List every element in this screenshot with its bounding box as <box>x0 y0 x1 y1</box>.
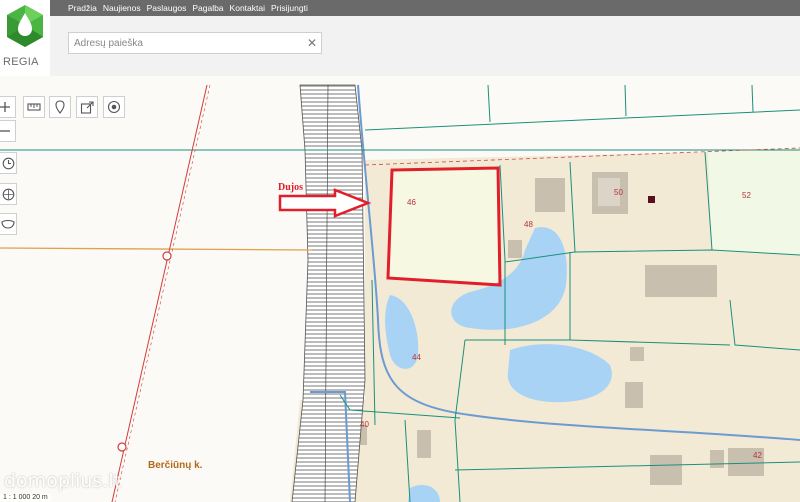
history-clock-icon <box>2 157 14 169</box>
building <box>508 240 522 258</box>
nav-item-help[interactable]: Pagalba <box>192 3 223 13</box>
nav-item-login[interactable]: Prisijungti <box>271 3 308 13</box>
building <box>650 455 682 485</box>
layers-button[interactable] <box>0 213 17 235</box>
share-button[interactable] <box>76 96 98 118</box>
pole <box>162 251 172 261</box>
nav-item-news[interactable]: Naujienos <box>103 3 141 13</box>
zoom-out-icon <box>0 130 10 132</box>
target-icon <box>107 100 121 114</box>
nav-item-services[interactable]: Paslaugos <box>147 3 187 13</box>
parcel-52-fill <box>708 148 800 255</box>
logo-text: REGIA <box>3 56 39 68</box>
layers-icon <box>1 219 15 229</box>
compass-icon <box>2 188 14 200</box>
address-search: ✕ <box>68 32 322 54</box>
zoom-in-icon <box>0 102 10 112</box>
zoom-out-button[interactable] <box>0 120 16 142</box>
scale-bar: 1 : 1 000 20 m <box>0 494 51 501</box>
parcel-label-52: 52 <box>742 191 751 200</box>
zoom-in-button[interactable] <box>0 96 16 118</box>
dujos-label: Dujos <box>278 182 303 193</box>
measure-button[interactable] <box>23 96 45 118</box>
watermark-text: domoplius.lt <box>4 470 122 492</box>
target-button[interactable] <box>103 96 125 118</box>
building <box>625 382 643 408</box>
share-export-icon <box>80 101 94 114</box>
parcel-label-44: 44 <box>412 353 421 362</box>
parcel-label-50: 50 <box>614 188 623 197</box>
address-search-input[interactable] <box>69 33 304 54</box>
building <box>535 178 565 212</box>
parcel-label-42: 42 <box>753 451 762 460</box>
location-pin-icon <box>55 100 65 114</box>
close-icon[interactable]: ✕ <box>307 36 317 50</box>
pole <box>117 442 127 452</box>
main-navigation: Pradžia Naujienos Paslaugos Pagalba Kont… <box>68 0 314 16</box>
compass-button[interactable] <box>0 183 17 205</box>
parcel-label-48: 48 <box>524 220 533 229</box>
measure-ruler-icon <box>27 103 41 111</box>
building-marker <box>648 196 655 203</box>
parcel-46-fill <box>388 168 500 285</box>
nav-item-home[interactable]: Pradžia <box>68 3 97 13</box>
place-label: Berčiūnų k. <box>148 460 203 471</box>
building <box>630 347 644 361</box>
building <box>710 450 724 468</box>
logo-panel[interactable]: REGIA <box>0 0 50 76</box>
parcel-label-46: 46 <box>407 198 416 207</box>
regia-logo-icon <box>7 5 43 47</box>
location-button[interactable] <box>49 96 71 118</box>
history-button[interactable] <box>0 152 17 174</box>
building <box>645 265 717 297</box>
nav-item-contacts[interactable]: Kontaktai <box>230 3 265 13</box>
parcel-label-40: 40 <box>360 420 369 429</box>
building <box>417 430 431 458</box>
